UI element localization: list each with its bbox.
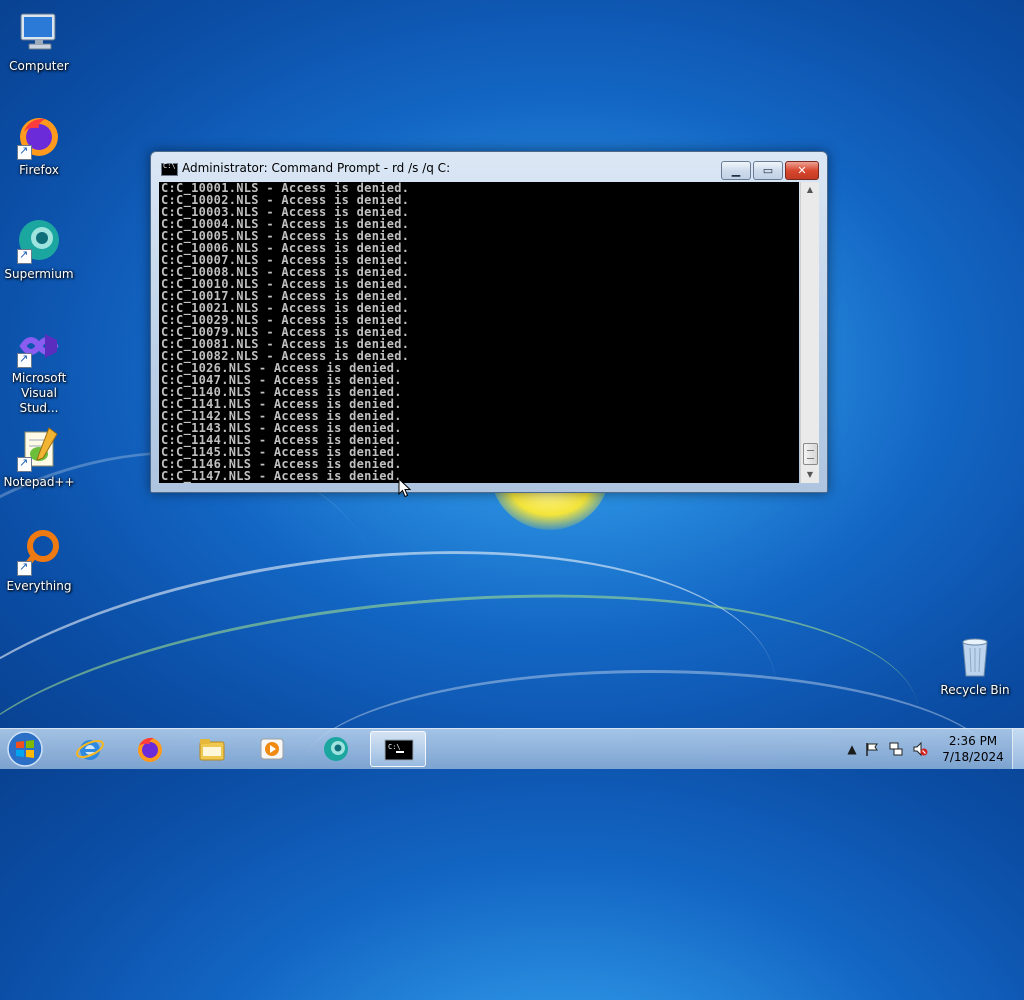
- vertical-scrollbar[interactable]: ▲ ▼: [800, 182, 819, 483]
- supermium-icon: [324, 737, 348, 761]
- clock-time: 2:36 PM: [948, 734, 998, 748]
- taskbar: C:\ ▲ 2:36 PM 7/18/2024: [0, 728, 1024, 769]
- command-prompt-window[interactable]: C:\ Administrator: Command Prompt - rd /…: [150, 151, 828, 493]
- shortcut-arrow-icon: [17, 455, 32, 472]
- windows-start-icon: [7, 731, 43, 767]
- desktop-icon-label: Recycle Bin: [940, 683, 1010, 697]
- desktop-icon-label: Supermium: [4, 267, 74, 281]
- desktop-icon-everything[interactable]: Everything: [2, 528, 76, 594]
- wallpaper-streak: [300, 670, 1000, 873]
- close-button[interactable]: ✕: [785, 161, 819, 180]
- internet-explorer-icon: [76, 739, 104, 760]
- system-tray: ▲: [842, 729, 942, 769]
- recycle-bin-icon: [951, 632, 999, 680]
- svg-text:C:\: C:\: [388, 743, 401, 751]
- everything-icon: [15, 528, 63, 576]
- cmd-icon: C:\: [384, 739, 414, 761]
- maximize-icon: ▭: [762, 164, 774, 177]
- taskbar-supermium[interactable]: [308, 731, 364, 767]
- desktop-icon-label: Everything: [6, 579, 72, 593]
- taskbar-internet-explorer[interactable]: [62, 731, 118, 767]
- volume-muted-icon[interactable]: [912, 741, 928, 757]
- taskbar-file-explorer[interactable]: [184, 731, 240, 767]
- desktop-icon-computer[interactable]: Computer: [2, 8, 76, 74]
- minimize-button[interactable]: ▁: [721, 161, 751, 180]
- supermium-icon: [15, 216, 63, 264]
- clock-date: 7/18/2024: [942, 750, 1004, 764]
- show-desktop-button[interactable]: [1012, 729, 1024, 769]
- desktop-icon-notepadpp[interactable]: Notepad++: [2, 424, 76, 490]
- scroll-thumb[interactable]: [803, 443, 818, 465]
- close-icon: ✕: [797, 164, 807, 177]
- minimize-icon: ▁: [731, 164, 741, 177]
- taskbar-firefox[interactable]: [122, 731, 178, 767]
- notepadpp-icon: [15, 424, 63, 472]
- media-player-icon: [260, 738, 284, 760]
- cmd-icon: C:\: [161, 162, 178, 176]
- visual-studio-icon: [15, 320, 63, 368]
- window-titlebar[interactable]: C:\ Administrator: Command Prompt - rd /…: [151, 152, 827, 182]
- desktop-icon-label: Computer: [9, 59, 69, 73]
- console-line: C:C_1147.NLS - Access is denied.: [161, 469, 402, 483]
- taskbar-media-player[interactable]: [244, 731, 300, 767]
- start-button[interactable]: [5, 730, 45, 768]
- desktop-icon-label: Notepad++: [3, 475, 75, 489]
- shortcut-arrow-icon: [17, 351, 32, 368]
- shortcut-arrow-icon: [17, 247, 32, 264]
- desktop-icon-recycle-bin[interactable]: Recycle Bin: [938, 632, 1012, 698]
- mouse-cursor-icon: [398, 478, 412, 498]
- desktop-icon-label: Firefox: [19, 163, 59, 177]
- desktop-icon-visual-studio[interactable]: Microsoft Visual Stud...: [2, 320, 76, 416]
- console-output[interactable]: C:C_10001.NLS - Access is denied. C:C_100…: [159, 182, 799, 483]
- tray-clock[interactable]: 2:36 PM 7/18/2024: [938, 733, 1008, 765]
- scroll-up-arrow-icon[interactable]: ▲: [801, 182, 819, 198]
- show-hidden-icons-icon[interactable]: ▲: [844, 741, 860, 757]
- action-center-flag-icon[interactable]: [864, 741, 880, 757]
- computer-icon: [15, 8, 63, 56]
- scroll-down-arrow-icon[interactable]: ▼: [801, 467, 819, 483]
- firefox-icon: [15, 112, 63, 160]
- desktop-icon-label: Microsoft Visual Stud...: [11, 371, 67, 415]
- shortcut-arrow-icon: [17, 559, 32, 576]
- maximize-button[interactable]: ▭: [753, 161, 783, 180]
- firefox-icon: [138, 737, 162, 762]
- taskbar-command-prompt[interactable]: C:\: [370, 731, 426, 767]
- file-explorer-icon: [199, 739, 225, 761]
- shortcut-arrow-icon: [17, 143, 32, 160]
- desktop-icon-supermium[interactable]: Supermium: [2, 216, 76, 282]
- network-icon[interactable]: [888, 741, 904, 757]
- window-title: Administrator: Command Prompt - rd /s /q…: [182, 161, 451, 175]
- desktop-icon-firefox[interactable]: Firefox: [2, 112, 76, 178]
